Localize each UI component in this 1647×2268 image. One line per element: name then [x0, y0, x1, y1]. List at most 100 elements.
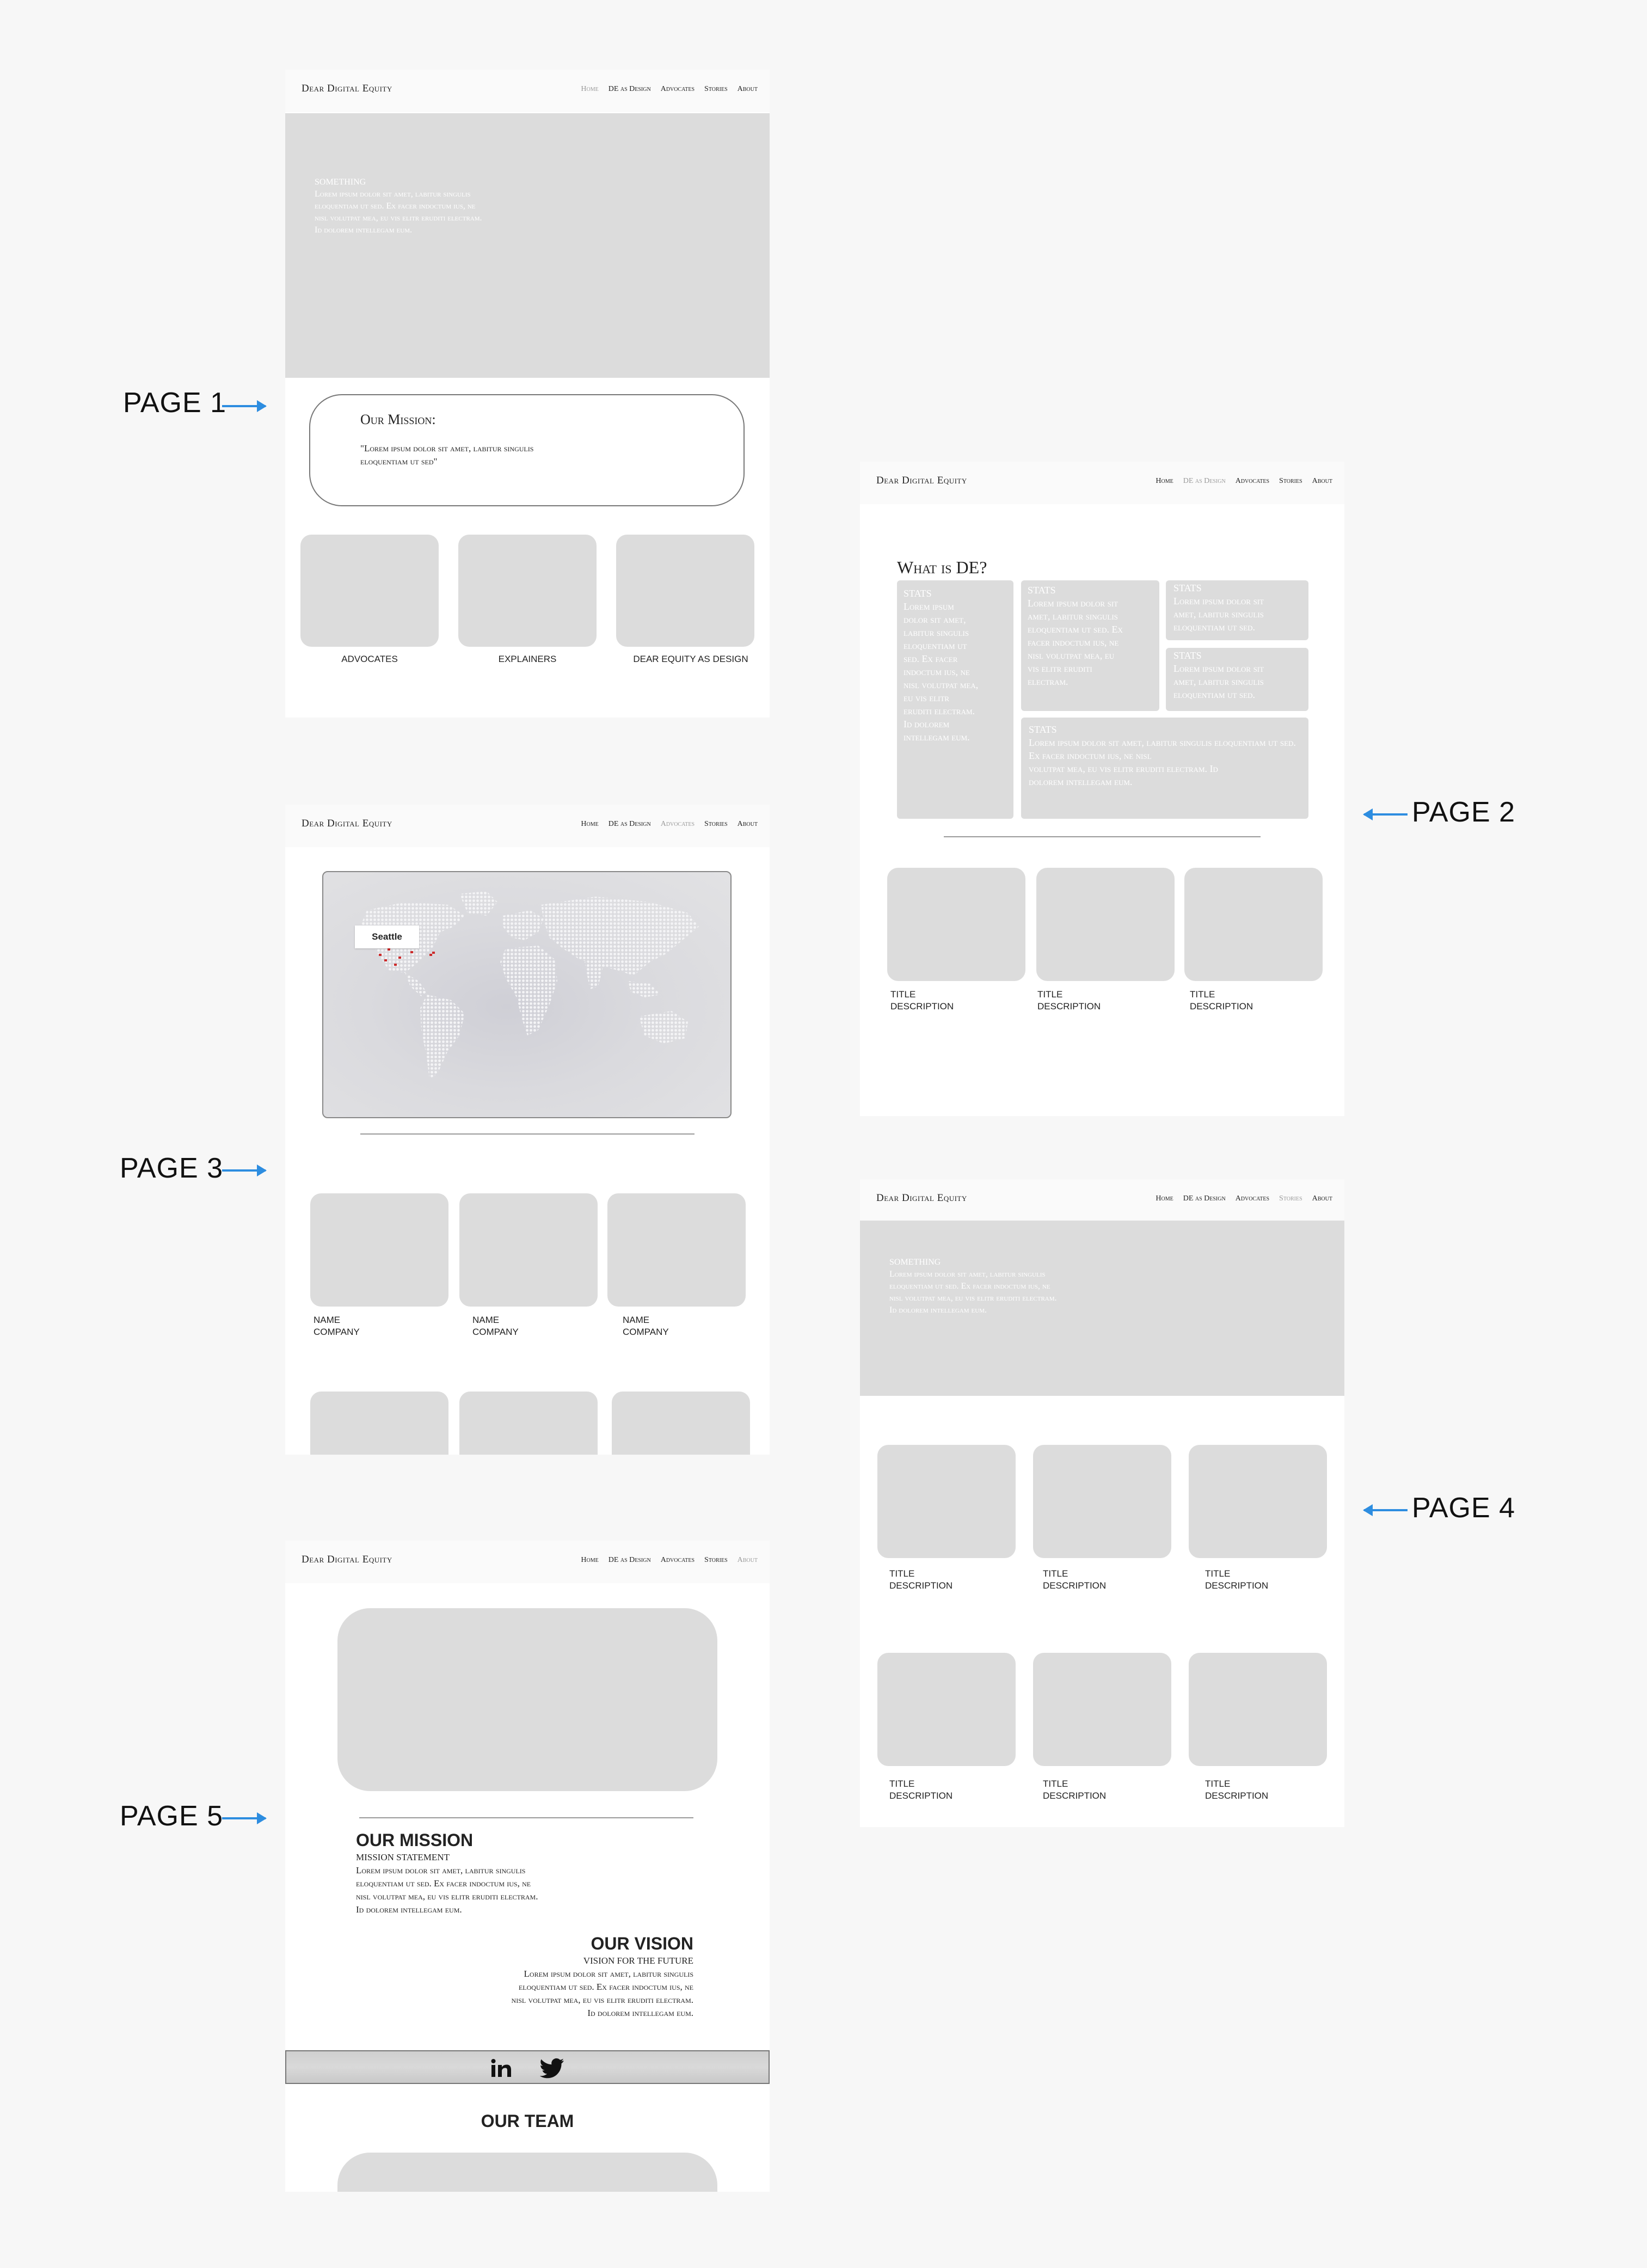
stat-line: Lorem ipsum dolor sit amet, labitur sing…: [1029, 737, 1296, 761]
nav-about[interactable]: About: [738, 1556, 758, 1565]
nav-links: Home DE as Design Advocates Stories Abou…: [1156, 477, 1332, 486]
nav-de-as-design[interactable]: DE as Design: [609, 1556, 651, 1565]
advocate-card[interactable]: [459, 1193, 598, 1307]
advocate-card[interactable]: [612, 1392, 750, 1455]
nav-de-as-design[interactable]: DE as Design: [609, 85, 651, 94]
arrow-right-icon: [222, 1812, 267, 1824]
nav-home[interactable]: Home: [1156, 1194, 1173, 1203]
nav-advocates[interactable]: Advocates: [1236, 1194, 1269, 1203]
story-text: TITLE DESCRIPTION: [1205, 1778, 1268, 1802]
content-card[interactable]: [1036, 868, 1175, 981]
city-marker[interactable]: [398, 957, 401, 959]
nav-advocates[interactable]: Advocates: [661, 820, 695, 829]
brand-logo[interactable]: Dear Digital Equity: [876, 1192, 967, 1204]
stat-line: dolor sit amet,: [904, 614, 966, 625]
card-description: DESCRIPTION: [890, 1001, 954, 1012]
nav-advocates[interactable]: Advocates: [1236, 477, 1269, 486]
stat-box-left: STATS Lorem ipsum dolor sit amet, labitu…: [897, 580, 1013, 819]
map-tooltip: Seattle: [355, 925, 419, 948]
nav-about[interactable]: About: [1312, 477, 1332, 486]
brand-logo[interactable]: Dear Digital Equity: [876, 475, 967, 487]
story-title: TITLE: [1043, 1568, 1068, 1579]
nav-stories[interactable]: Stories: [1279, 1194, 1302, 1203]
nav-stories[interactable]: Stories: [704, 820, 728, 829]
twitter-icon[interactable]: [540, 2058, 565, 2079]
advocate-text: NAME COMPANY: [314, 1314, 360, 1338]
vision-subheading: VISION FOR THE FUTURE: [583, 1956, 693, 1966]
nav-stories[interactable]: Stories: [704, 1556, 728, 1565]
card-description: DESCRIPTION: [1190, 1001, 1253, 1012]
story-card[interactable]: [1189, 1445, 1327, 1558]
story-title: TITLE: [1205, 1779, 1231, 1789]
nav-home[interactable]: Home: [1156, 477, 1173, 486]
mission-title: Our Mission:: [360, 412, 436, 427]
content-card[interactable]: [887, 868, 1025, 981]
city-marker[interactable]: [410, 951, 413, 953]
city-marker[interactable]: [379, 954, 382, 956]
vision-line: Lorem ipsum dolor sit amet, labitur sing…: [524, 1969, 693, 1979]
nav-stories[interactable]: Stories: [1279, 477, 1302, 486]
stat-line: facer indoctum ius, ne: [1028, 637, 1119, 648]
page-3-label: PAGE 3: [120, 1153, 224, 1184]
nav-advocates[interactable]: Advocates: [661, 85, 695, 94]
story-card[interactable]: [877, 1445, 1016, 1558]
brand-logo[interactable]: Dear Digital Equity: [302, 1554, 392, 1566]
nav-stories[interactable]: Stories: [704, 85, 728, 94]
brand-logo[interactable]: Dear Digital Equity: [302, 83, 392, 95]
linkedin-icon[interactable]: [490, 2058, 513, 2079]
nav-about[interactable]: About: [738, 85, 758, 94]
card-caption[interactable]: ADVOCATES: [300, 653, 439, 665]
hero-line: eloquentiam ut sed. Ex facer indoctum iu…: [315, 201, 476, 211]
advocate-card[interactable]: [310, 1193, 448, 1307]
nav-de-as-design[interactable]: DE as Design: [1183, 477, 1226, 486]
story-description: DESCRIPTION: [889, 1791, 953, 1801]
city-marker[interactable]: [384, 959, 387, 961]
advocate-card[interactable]: [310, 1392, 448, 1455]
nav-de-as-design[interactable]: DE as Design: [609, 820, 651, 829]
story-card[interactable]: [1033, 1445, 1171, 1558]
page-title: What is DE?: [897, 557, 987, 577]
content-card[interactable]: [1184, 868, 1323, 981]
advocates-card[interactable]: [300, 535, 439, 647]
hero-text: SOMETHING Lorem ipsum dolor sit amet, la…: [315, 176, 482, 236]
team-card[interactable]: [337, 2153, 717, 2192]
advocate-card[interactable]: [607, 1193, 746, 1307]
world-map[interactable]: Seattle: [322, 871, 732, 1118]
advocate-card[interactable]: [459, 1392, 598, 1455]
nav-advocates[interactable]: Advocates: [661, 1556, 695, 1565]
top-nav: Dear Digital Equity Home DE as Design Ad…: [860, 462, 1344, 504]
story-title: TITLE: [1043, 1779, 1068, 1789]
hero-text: SOMETHING Lorem ipsum dolor sit amet, la…: [889, 1256, 1057, 1316]
card-caption[interactable]: DEAR EQUITY AS DESIGN: [612, 653, 770, 665]
city-marker[interactable]: [394, 964, 397, 966]
dear-equity-design-card[interactable]: [616, 535, 754, 647]
nav-de-as-design[interactable]: DE as Design: [1183, 1194, 1226, 1203]
brand-logo[interactable]: Dear Digital Equity: [302, 818, 392, 830]
nav-home[interactable]: Home: [581, 1556, 598, 1565]
city-marker[interactable]: [432, 952, 435, 954]
story-description: DESCRIPTION: [1205, 1791, 1269, 1801]
hero-line: Id dolorem intellegam eum.: [315, 225, 412, 235]
stat-label: STATS: [1173, 583, 1202, 593]
card-caption[interactable]: EXPLAINERS: [458, 653, 597, 665]
nav-home[interactable]: Home: [581, 820, 598, 829]
nav-home[interactable]: Home: [581, 85, 598, 94]
stat-line: labitur singulis: [904, 627, 969, 638]
story-card[interactable]: [1033, 1653, 1171, 1766]
stat-line: amet, labitur singulis: [1173, 609, 1264, 620]
story-card[interactable]: [877, 1653, 1016, 1766]
world-map-graphic: [361, 891, 699, 1079]
mission-line: "Lorem ipsum dolor sit amet, labitur sin…: [360, 443, 534, 453]
stat-text: STATS Lorem ipsum dolor sit amet, labitu…: [904, 587, 978, 744]
nav-about[interactable]: About: [1312, 1194, 1332, 1203]
nav-about[interactable]: About: [738, 820, 758, 829]
top-nav: Dear Digital Equity Home DE as Design Ad…: [285, 1541, 770, 1583]
city-marker[interactable]: [429, 954, 432, 956]
page-4-frame: Dear Digital Equity Home DE as Design Ad…: [860, 1179, 1344, 1827]
story-card[interactable]: [1189, 1653, 1327, 1766]
city-marker[interactable]: [388, 948, 390, 951]
mission-heading: OUR MISSION: [356, 1830, 474, 1850]
top-nav: Dear Digital Equity Home DE as Design Ad…: [285, 805, 770, 847]
explainers-card[interactable]: [458, 535, 597, 647]
hero-line: nisl volutpat mea, eu vis elitr eruditi …: [889, 1294, 1057, 1303]
